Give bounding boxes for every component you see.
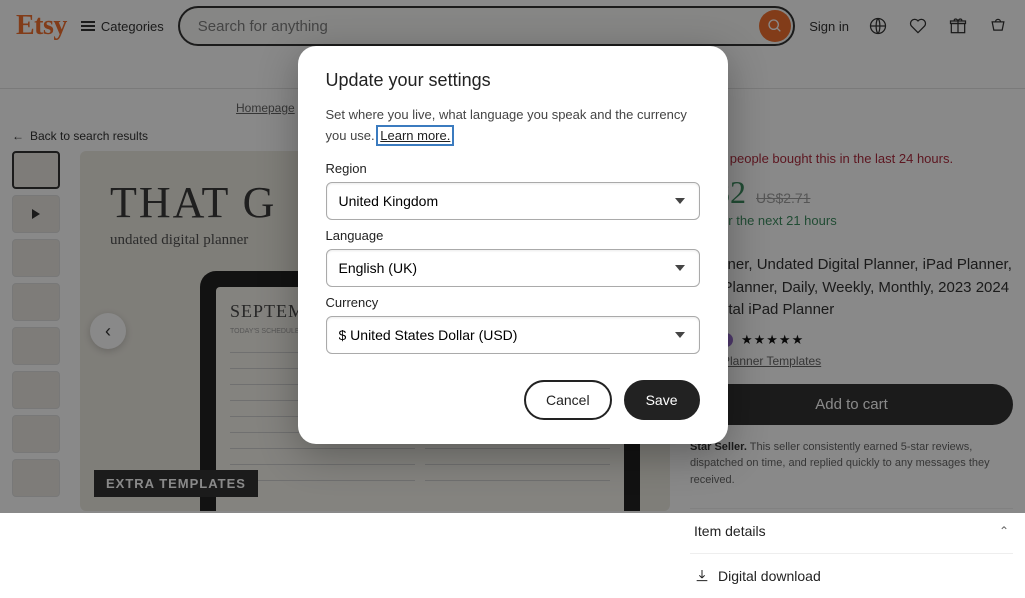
region-label: Region bbox=[326, 161, 700, 176]
currency-select[interactable]: $ United States Dollar (USD) bbox=[326, 316, 700, 354]
language-label: Language bbox=[326, 228, 700, 243]
region-select[interactable]: United Kingdom bbox=[326, 182, 700, 220]
currency-label: Currency bbox=[326, 295, 700, 310]
modal-description: Set where you live, what language you sp… bbox=[326, 105, 700, 147]
settings-modal: Update your settings Set where you live,… bbox=[298, 46, 728, 444]
cancel-button[interactable]: Cancel bbox=[524, 380, 612, 420]
accordion: Item details ⌃ Digital download bbox=[690, 508, 1013, 598]
chevron-up-icon: ⌃ bbox=[999, 524, 1009, 538]
modal-actions: Cancel Save bbox=[326, 380, 700, 420]
modal-overlay[interactable]: Update your settings Set where you live,… bbox=[0, 0, 1025, 513]
save-button[interactable]: Save bbox=[624, 380, 700, 420]
accordion-digital-download: Digital download bbox=[690, 554, 1013, 598]
language-select[interactable]: English (UK) bbox=[326, 249, 700, 287]
accordion-item-details[interactable]: Item details ⌃ bbox=[690, 509, 1013, 554]
download-icon bbox=[694, 568, 710, 584]
acc-digital-label: Digital download bbox=[718, 568, 821, 584]
acc-label: Item details bbox=[694, 523, 766, 539]
learn-more-link[interactable]: Learn more. bbox=[378, 127, 452, 144]
modal-title: Update your settings bbox=[326, 70, 700, 91]
